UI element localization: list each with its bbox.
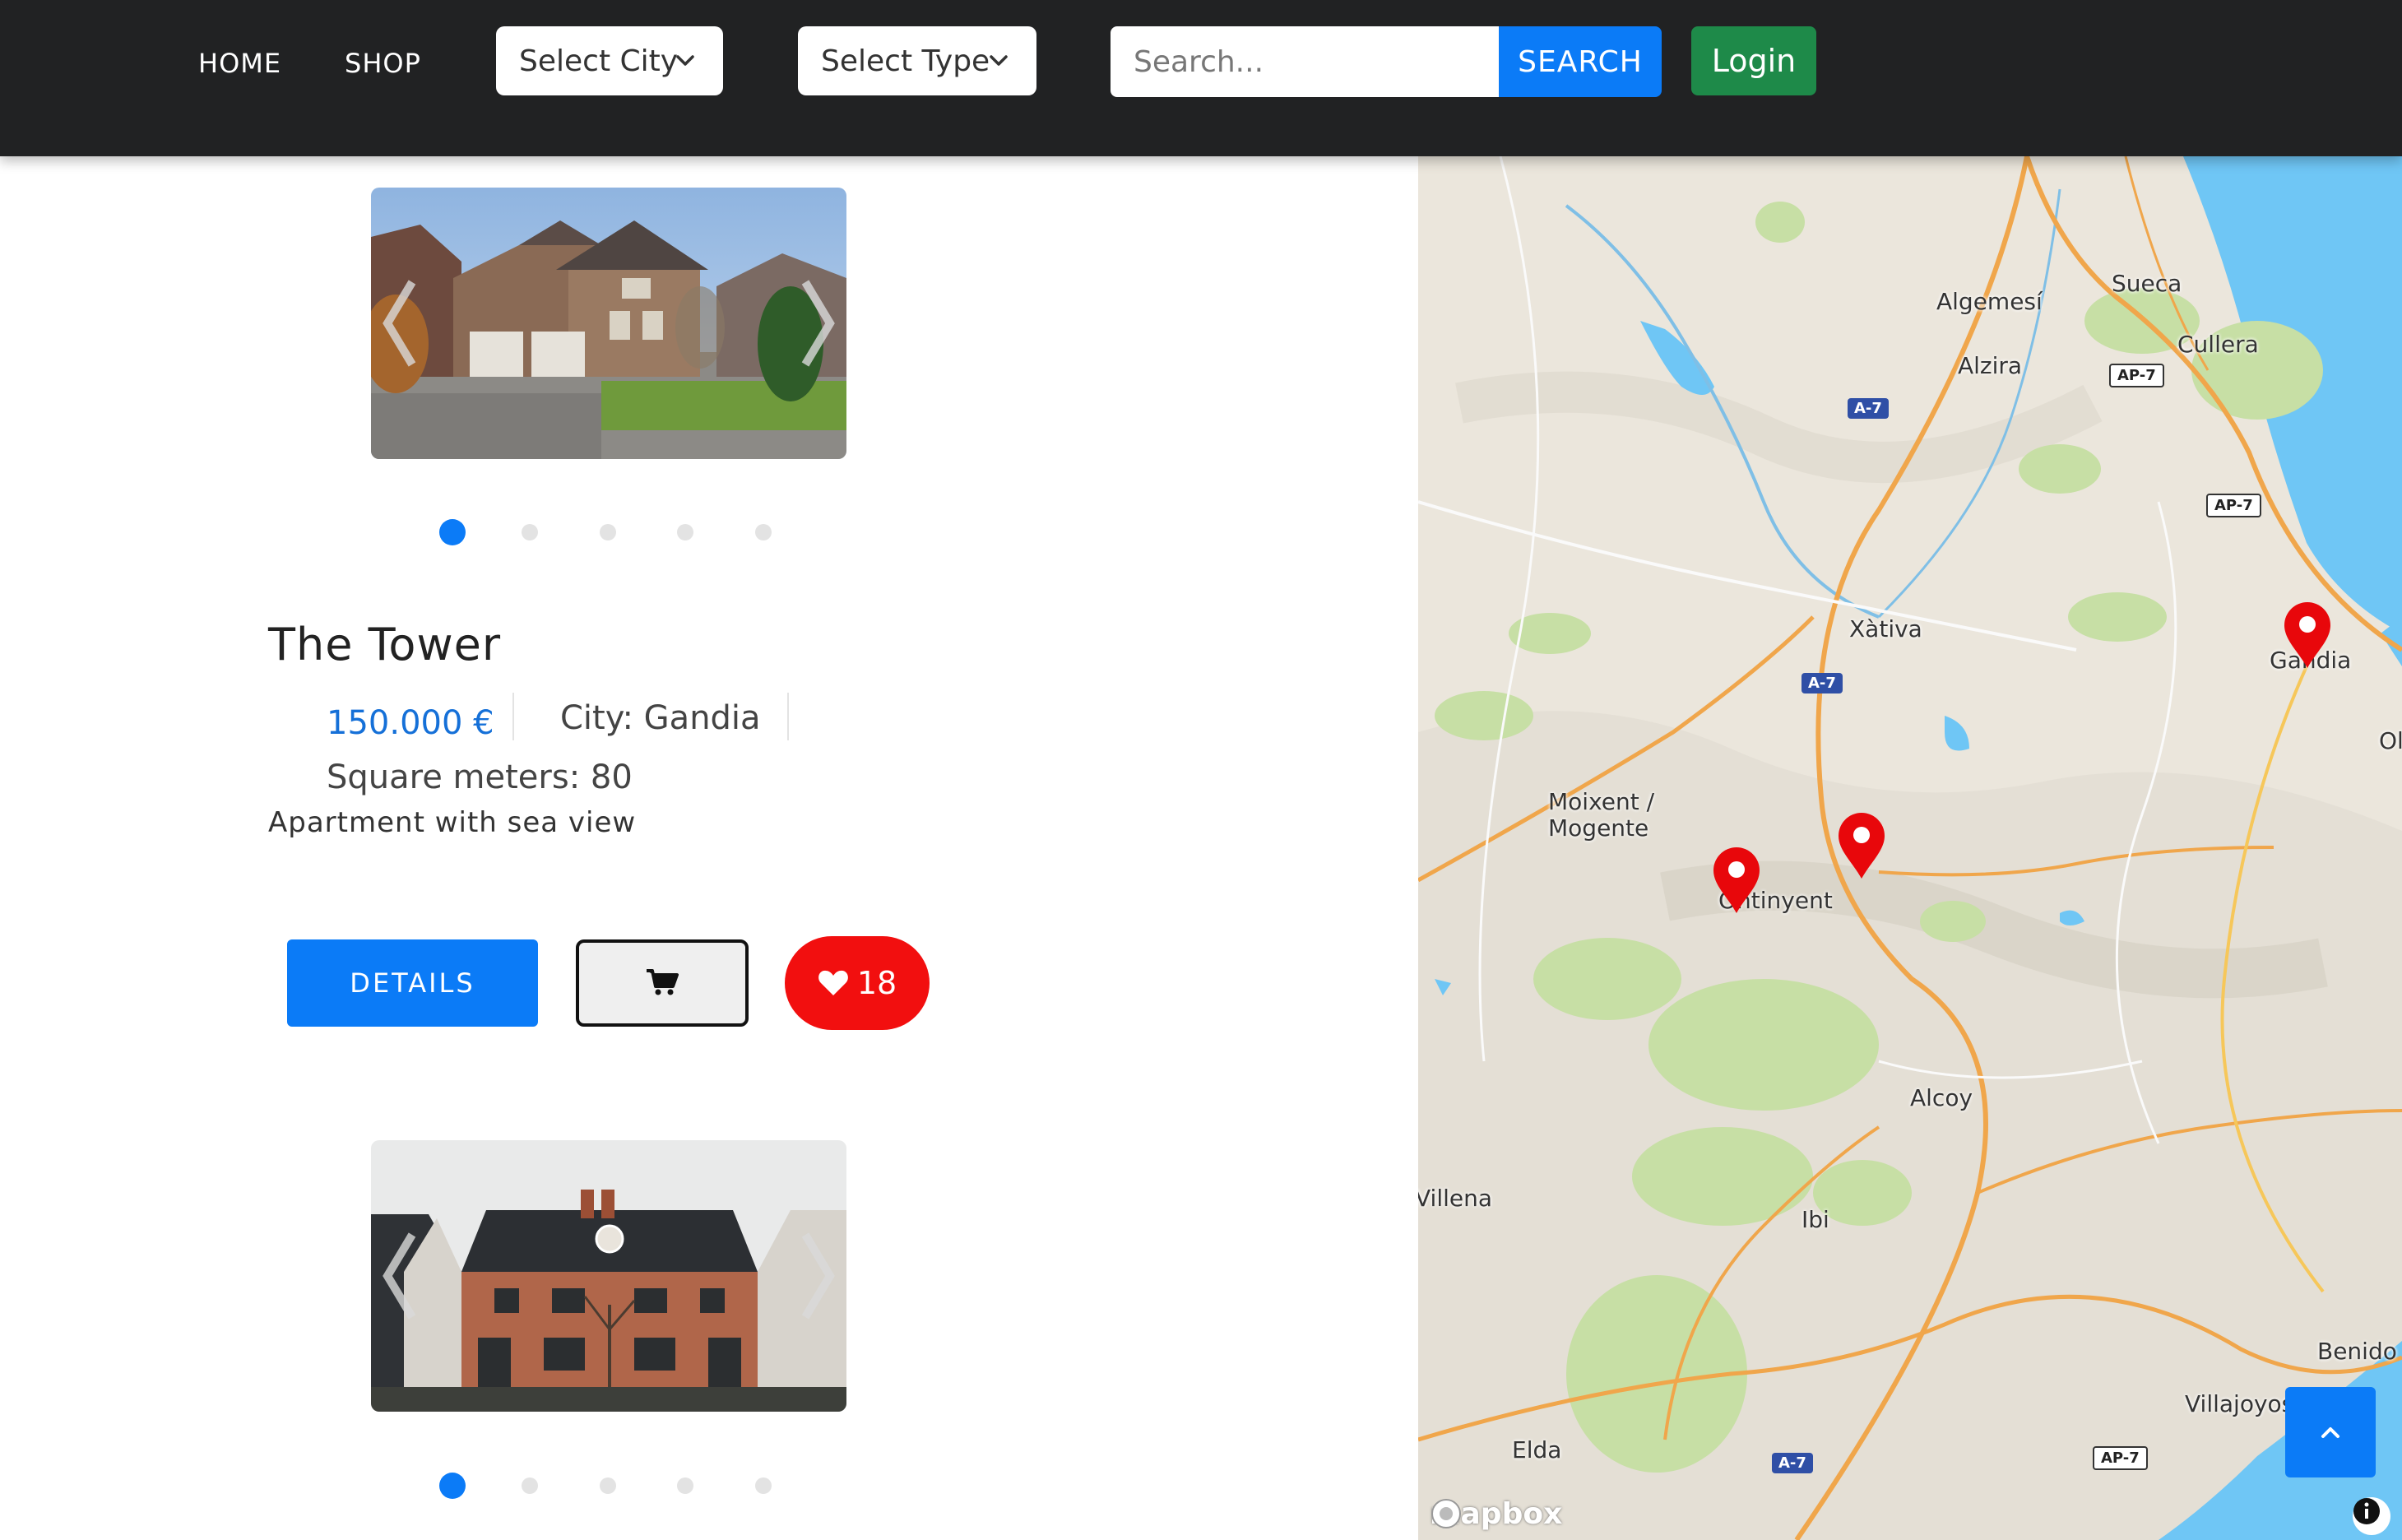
map-terrain: [1418, 156, 2402, 1540]
map-label: Alcoy: [1910, 1084, 1973, 1111]
map-label: Algemesí: [1936, 288, 2043, 315]
house-photo: [371, 1140, 846, 1412]
listing-square-meters: Square meters: 80: [327, 758, 633, 796]
carousel-dot[interactable]: [439, 1473, 466, 1499]
type-select-label: Select Type: [821, 44, 990, 78]
listing-city: City: Gandia: [560, 699, 761, 737]
map-marker-icon[interactable]: [1836, 811, 1887, 880]
property-map[interactable]: Algemesí Sueca Cullera Alzira Xàtiva Gan…: [1418, 156, 2402, 1540]
carousel-dot[interactable]: [755, 1477, 772, 1494]
divider: [787, 693, 789, 740]
map-label: Oliv: [2379, 727, 2402, 754]
highway-shield: A-7: [1772, 1453, 1813, 1473]
map-label: Cullera: [2177, 331, 2259, 358]
carousel-dot[interactable]: [600, 524, 616, 540]
nav-home-link[interactable]: HOME: [198, 48, 281, 79]
map-label: Moixent /: [1548, 788, 1655, 815]
house-photo: [371, 188, 846, 459]
city-select-label: Select City: [519, 44, 679, 78]
add-to-cart-button[interactable]: [576, 939, 749, 1027]
heart-icon: [818, 970, 848, 995]
map-marker-icon[interactable]: [1711, 846, 1762, 915]
city-select[interactable]: Select City: [496, 26, 723, 95]
highway-shield: AP-7: [2206, 494, 2261, 517]
carousel-next-icon[interactable]: [791, 1231, 840, 1321]
map-label: Sueca: [2112, 270, 2182, 297]
info-icon[interactable]: [2353, 1497, 2390, 1535]
listing-title: The Tower: [268, 619, 502, 670]
listing-photo-carousel[interactable]: [371, 188, 846, 459]
map-marker-icon[interactable]: [2282, 601, 2333, 670]
search-button[interactable]: SEARCH: [1499, 26, 1662, 97]
carousel-dot[interactable]: [755, 524, 772, 540]
cart-icon: [647, 968, 679, 995]
map-label: Alzira: [1958, 352, 2023, 379]
details-button[interactable]: DETAILS: [287, 939, 538, 1027]
listing-price: 150.000 €: [327, 704, 494, 742]
nav-shop-link[interactable]: SHOP: [345, 48, 421, 79]
mapbox-icon: [1431, 1499, 1461, 1528]
map-label: Ibi: [1802, 1206, 1829, 1233]
scroll-to-top-button[interactable]: [2285, 1387, 2376, 1477]
map-label: Villajoyos: [2185, 1390, 2294, 1417]
highway-shield: A-7: [1802, 673, 1843, 693]
carousel-prev-icon[interactable]: [378, 278, 427, 369]
carousel-dot[interactable]: [677, 1477, 693, 1494]
map-label: Elda: [1512, 1436, 1562, 1463]
login-button[interactable]: Login: [1691, 26, 1816, 95]
top-navbar: HOME SHOP Select City Select Type SEARCH…: [0, 0, 2402, 156]
map-label: Villena: [1418, 1185, 1493, 1212]
like-count: 18: [856, 965, 897, 1001]
carousel-dot[interactable]: [522, 1477, 538, 1494]
like-button[interactable]: 18: [785, 936, 930, 1030]
map-label: Mogente: [1548, 814, 1649, 842]
chevron-up-icon: [2321, 1427, 2339, 1438]
chevron-down-icon: [990, 55, 1008, 66]
map-label: Xàtiva: [1849, 615, 1922, 642]
listing-photo-carousel[interactable]: [371, 1140, 846, 1412]
mapbox-logo[interactable]: mapbox: [1430, 1497, 1562, 1531]
carousel-dot[interactable]: [600, 1477, 616, 1494]
carousel-next-icon[interactable]: [791, 278, 840, 369]
page: HOME SHOP Select City Select Type SEARCH…: [0, 0, 2402, 1540]
highway-shield: AP-7: [2093, 1446, 2148, 1470]
carousel-dot[interactable]: [522, 524, 538, 540]
map-label: Benido: [2317, 1338, 2397, 1365]
listing-description: Apartment with sea view: [268, 806, 637, 839]
type-select[interactable]: Select Type: [798, 26, 1036, 95]
highway-shield: A-7: [1848, 398, 1889, 419]
carousel-dot[interactable]: [439, 519, 466, 545]
highway-shield: AP-7: [2109, 364, 2164, 387]
carousel-prev-icon[interactable]: [378, 1231, 427, 1321]
divider: [512, 693, 514, 740]
chevron-down-icon: [676, 55, 694, 66]
carousel-dot[interactable]: [677, 524, 693, 540]
search-input[interactable]: [1111, 26, 1500, 97]
